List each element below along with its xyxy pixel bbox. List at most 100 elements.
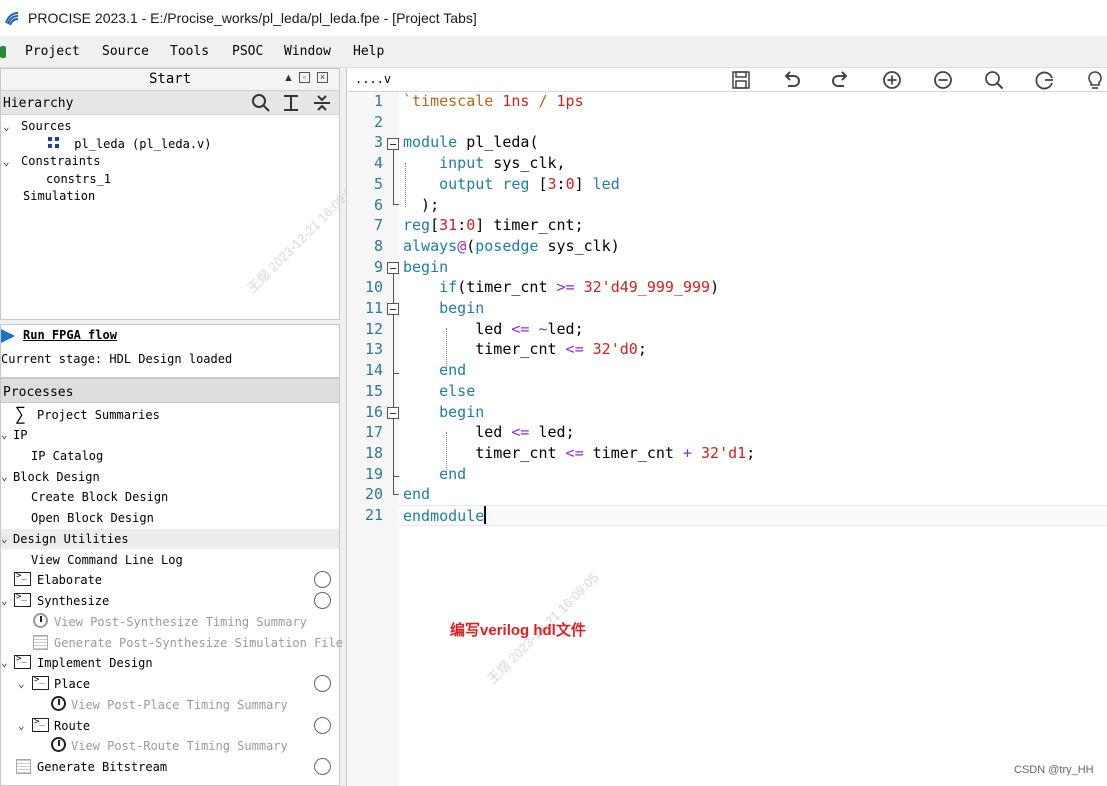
code-token: ( [466, 236, 476, 255]
process-ip-catalog[interactable]: IP Catalog [1, 446, 339, 466]
code-line[interactable]: begin [403, 403, 484, 424]
fold-toggle-icon[interactable] [387, 262, 399, 274]
code-token: 31 [439, 216, 458, 235]
undo-icon[interactable] [781, 70, 801, 90]
code-line[interactable]: if(timer_cnt >= 32'd49_999_999) [403, 278, 719, 299]
hierarchy-title: Hierarchy [3, 96, 74, 111]
code-line[interactable]: led <= led; [403, 423, 574, 444]
process-view-post-synthesize-timing[interactable]: View Post-Synthesize Timing Summary [1, 612, 339, 632]
code-token: end [403, 485, 431, 504]
collapse-all-icon[interactable] [312, 93, 332, 113]
chevron-down-icon[interactable]: ⌄ [1, 594, 8, 607]
panel-collapse-icon[interactable]: ▲ [283, 72, 294, 84]
code-line[interactable]: input sys_clk, [403, 154, 565, 175]
search-icon[interactable] [984, 70, 1004, 90]
code-line[interactable]: begin [403, 258, 448, 279]
code-line[interactable]: timer_cnt <= timer_cnt + 32'd1; [403, 444, 755, 465]
code-line[interactable]: output reg [3:0] led [403, 175, 620, 196]
code-line[interactable]: end [403, 485, 430, 506]
code-line[interactable]: endmodule [403, 506, 487, 527]
code-line[interactable]: always@(posedge sys_clk) [403, 237, 620, 258]
menu-help[interactable]: Help [353, 44, 384, 59]
goto-icon[interactable] [1035, 70, 1055, 90]
expand-all-icon[interactable] [281, 93, 301, 113]
tree-item-simulation[interactable]: Simulation [23, 189, 95, 203]
chevron-down-icon[interactable]: ⌄ [1, 428, 8, 441]
run-panel: Run FPGA flow Current stage: HDL Design … [0, 324, 340, 378]
process-implement-design[interactable]: ⌄ Implement Design [1, 653, 339, 673]
play-icon[interactable] [1, 329, 15, 343]
tree-item-constraint-file[interactable]: constrs_1 [46, 172, 111, 186]
code-token: : [556, 174, 566, 193]
process-design-utilities[interactable]: ⌄ Design Utilities [1, 529, 339, 549]
line-number-gutter: 1 2 3 4 5 6 7 8 9 10 11 12 13 14 15 16 17 18 19 20 21 [347, 92, 399, 786]
chevron-down-icon[interactable]: ⌄ [18, 677, 25, 690]
process-project-summaries[interactable]: ∑ Project Summaries [1, 404, 339, 425]
chevron-down-icon[interactable]: ⌄ [18, 719, 25, 732]
chevron-down-icon[interactable]: ⌄ [1, 656, 8, 669]
zoom-out-icon[interactable] [933, 70, 953, 90]
chevron-down-icon[interactable]: ⌄ [3, 155, 15, 168]
menu-tools[interactable]: Tools [170, 44, 209, 59]
fold-toggle-icon[interactable] [387, 303, 399, 315]
code-line[interactable]: end [403, 361, 466, 382]
code-line[interactable]: end [403, 465, 466, 486]
code-token: posedge [475, 236, 539, 255]
run-fpga-flow-link[interactable]: Run FPGA flow [23, 328, 117, 342]
fold-toggle-icon[interactable] [387, 407, 399, 419]
tree-item-sources[interactable]: ⌄ Sources [3, 119, 72, 133]
fold-guide [393, 315, 394, 373]
redo-icon[interactable] [831, 70, 851, 90]
process-place[interactable]: ⌄ Place [1, 674, 339, 694]
code-line[interactable]: led <= ~led; [403, 319, 583, 341]
menu-source[interactable]: Source [102, 44, 149, 59]
process-view-post-place-timing[interactable]: View Post-Place Timing Summary [1, 695, 339, 715]
editor-tab-name[interactable]: ....v [355, 72, 391, 86]
zoom-in-icon[interactable] [882, 70, 902, 90]
save-icon[interactable] [731, 70, 751, 90]
panel-float-icon[interactable]: ▫ [299, 72, 310, 83]
process-view-post-route-timing[interactable]: View Post-Route Timing Summary [1, 736, 339, 756]
fold-toggle-icon[interactable] [387, 138, 399, 150]
code-line[interactable]: begin [403, 299, 484, 320]
code-token: led [475, 423, 503, 442]
menu-project[interactable]: Project [25, 44, 80, 59]
code-line[interactable]: ); [403, 196, 439, 217]
chevron-down-icon[interactable]: ⌄ [1, 470, 8, 483]
start-panel-header: Start ▲ ▫ × [1, 69, 339, 91]
code-token: 1ps [556, 92, 584, 110]
search-icon[interactable] [251, 93, 271, 113]
code-line[interactable]: `timescale 1ns / 1ps [403, 92, 584, 113]
code-line[interactable]: reg[31:0] timer_cnt; [403, 216, 584, 237]
menu-psoc[interactable]: PSOC [232, 44, 263, 59]
code-token: led [547, 319, 575, 338]
process-elaborate[interactable]: Elaborate [1, 570, 339, 590]
line-number: 11 [364, 299, 383, 317]
process-generate-post-synthesize-sim[interactable]: Generate Post-Synthesize Simulation File [1, 633, 343, 653]
process-generate-bitstream[interactable]: Generate Bitstream [1, 757, 339, 777]
chevron-down-icon[interactable]: ⌄ [1, 532, 8, 545]
panel-close-icon[interactable]: × [317, 72, 328, 83]
code-line[interactable]: module pl_leda( [403, 133, 538, 154]
code-line[interactable]: timer_cnt <= 32'd0; [403, 340, 647, 361]
process-synthesize[interactable]: ⌄ Synthesize [1, 591, 339, 611]
process-block-design[interactable]: ⌄ Block Design [1, 467, 339, 487]
process-route[interactable]: ⌄ Route [1, 716, 339, 736]
process-open-block-design[interactable]: Open Block Design [1, 508, 339, 528]
code-line[interactable]: else [403, 382, 475, 403]
menu-window[interactable]: Window [284, 44, 331, 59]
chevron-down-icon[interactable]: ⌄ [3, 120, 15, 133]
tree-item-constraints[interactable]: ⌄ Constraints [3, 154, 100, 168]
code-token: endmodule [403, 507, 485, 525]
code-editor[interactable]: ....v 1 2 3 4 5 6 7 8 9 10 11 12 13 14 15 16 17 18 19 20 21 … [346, 68, 1107, 786]
process-create-block-design[interactable]: Create Block Design [1, 487, 339, 507]
process-ip[interactable]: ⌄ IP [1, 425, 339, 445]
tree-item-source-file[interactable]: pl_leda (pl_leda.v) [47, 137, 212, 151]
process-view-command-line-log[interactable]: View Command Line Log [1, 550, 339, 570]
line-number: 5 [373, 174, 383, 193]
code-token: [ [430, 216, 440, 235]
lightbulb-icon[interactable] [1085, 70, 1105, 90]
